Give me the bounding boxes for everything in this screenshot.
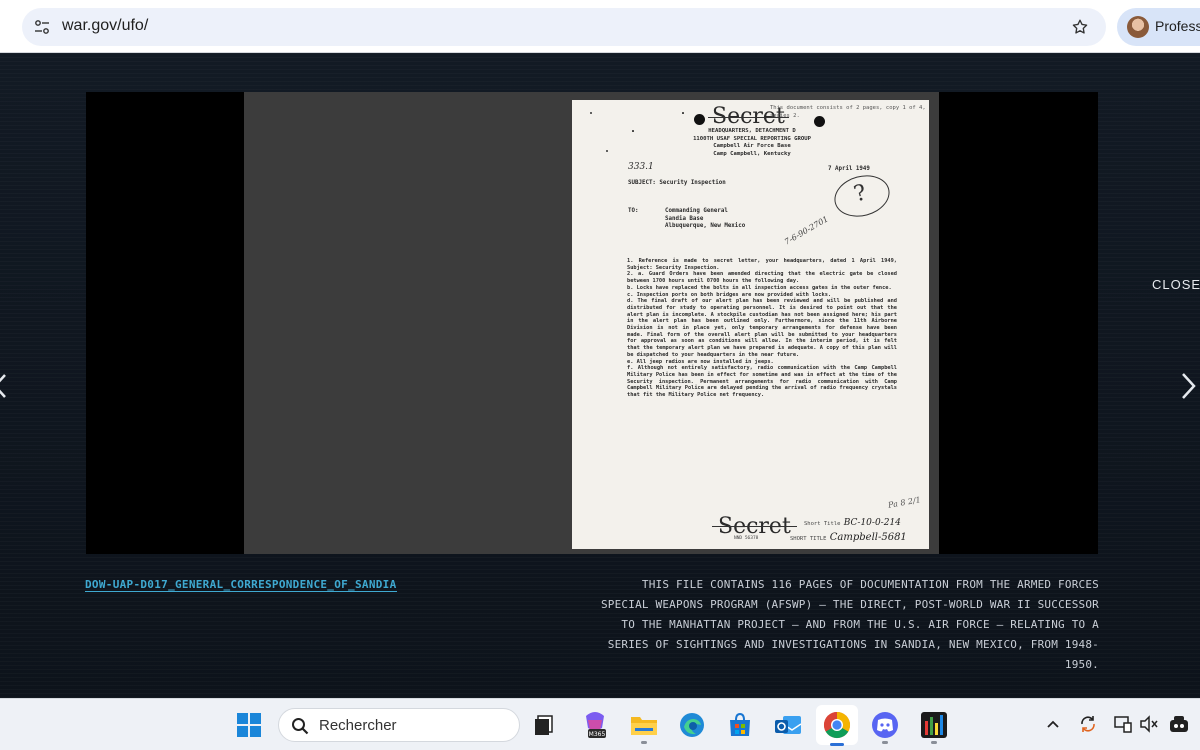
running-indicator — [641, 741, 647, 744]
discord-icon[interactable] — [869, 709, 901, 741]
handwritten-margin-note: Pa 8 2/1 — [887, 495, 922, 510]
network-icon[interactable] — [1112, 713, 1134, 735]
profile-button[interactable]: Professi — [1117, 8, 1200, 46]
short-title-line-1: Short Title BC-10-0-214 — [804, 518, 901, 528]
copilot-icon[interactable] — [1168, 713, 1190, 735]
url-text[interactable]: war.gov/ufo/ — [62, 17, 148, 35]
svg-text:M365: M365 — [589, 731, 606, 738]
browser-toolbar: war.gov/ufo/ Professi — [0, 0, 1200, 53]
outlook-icon[interactable] — [772, 709, 804, 741]
file-description: THIS FILE CONTAINS 116 PAGES OF DOCUMENT… — [600, 578, 1099, 671]
windows-start-icon[interactable] — [233, 709, 265, 741]
chrome-browser-icon[interactable] — [821, 709, 853, 741]
previous-arrow-icon[interactable] — [0, 371, 10, 401]
file-number: 333.1 — [628, 162, 654, 172]
volume-muted-icon[interactable] — [1138, 713, 1160, 735]
document-viewer: Secret This document consists of 2 pages… — [86, 92, 1098, 554]
equalizer-app-icon[interactable] — [918, 709, 950, 741]
handwritten-scribble: 7-6-90-2701 — [783, 214, 830, 247]
microsoft-store-icon[interactable] — [724, 709, 756, 741]
document-letterhead: HEADQUARTERS, DETACHMENT D 1100TH USAF S… — [693, 128, 811, 157]
address-bar[interactable]: war.gov/ufo/ — [22, 8, 1106, 46]
to-address: Commanding General Sandia Base Albuquerq… — [665, 208, 746, 229]
file-name-link[interactable]: DOW-UAP-D017_GENERAL_CORRESPONDENCE_OF_S… — [85, 578, 397, 592]
short-title-line-2: SHORT TITLE Campbell-5681 — [790, 532, 907, 543]
to-label: TO: — [628, 208, 639, 214]
close-button[interactable]: CLOSE — [1152, 277, 1200, 292]
taskbar-search-input[interactable]: Rechercher — [278, 708, 520, 742]
document-subject: SUBJECT: Security Inspection — [628, 180, 726, 186]
document-copy-note: This document consists of 2 pages, copy … — [770, 105, 926, 119]
bookmark-star-icon[interactable] — [1068, 15, 1092, 39]
site-info-icon[interactable] — [30, 15, 54, 39]
running-indicator — [882, 741, 888, 744]
microsoft-365-icon[interactable]: M365 — [579, 709, 611, 741]
active-app-indicator — [830, 743, 844, 746]
page-content: Secret This document consists of 2 pages… — [0, 53, 1200, 698]
document-backdrop: Secret This document consists of 2 pages… — [244, 92, 939, 554]
edge-browser-icon[interactable] — [676, 709, 708, 741]
search-placeholder: Rechercher — [319, 717, 397, 734]
document-body: 1. Reference is made to secret letter, y… — [627, 258, 897, 399]
taskbar: Rechercher M365 — [0, 698, 1200, 750]
profile-label: Professi — [1155, 18, 1200, 34]
punch-hole — [694, 114, 705, 125]
document-date: 7 April 1949 — [828, 166, 870, 172]
next-arrow-icon[interactable] — [1176, 371, 1200, 401]
document-page[interactable]: Secret This document consists of 2 pages… — [572, 100, 929, 549]
file-explorer-icon[interactable] — [628, 709, 660, 741]
sync-icon[interactable] — [1077, 713, 1099, 735]
search-icon — [292, 718, 309, 735]
avatar — [1127, 16, 1149, 38]
handwritten-circle-mark: ? — [829, 169, 895, 223]
task-view-icon[interactable] — [528, 709, 560, 741]
running-indicator — [931, 741, 937, 744]
nnd-number: NND 56378 — [734, 536, 759, 541]
show-hidden-icons-chevron-icon[interactable] — [1042, 713, 1064, 735]
